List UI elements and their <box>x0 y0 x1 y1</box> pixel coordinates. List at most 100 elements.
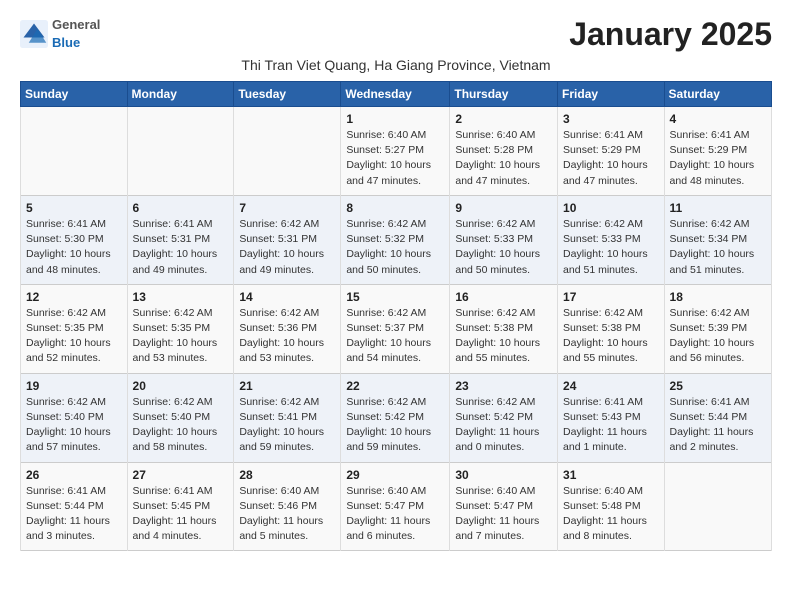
day-info: Sunrise: 6:42 AMSunset: 5:33 PMDaylight:… <box>455 217 552 278</box>
day-number: 21 <box>239 379 335 393</box>
day-info: Sunrise: 6:42 AMSunset: 5:31 PMDaylight:… <box>239 217 335 278</box>
day-number: 11 <box>670 201 766 215</box>
calendar-cell: 9 Sunrise: 6:42 AMSunset: 5:33 PMDaylight… <box>450 195 558 284</box>
calendar-cell: 29 Sunrise: 6:40 AMSunset: 5:47 PMDayligh… <box>341 462 450 551</box>
day-number: 31 <box>563 468 659 482</box>
day-info: Sunrise: 6:42 AMSunset: 5:36 PMDaylight:… <box>239 306 335 367</box>
day-number: 5 <box>26 201 122 215</box>
day-info: Sunrise: 6:42 AMSunset: 5:42 PMDaylight:… <box>346 395 444 456</box>
calendar-cell: 23 Sunrise: 6:42 AMSunset: 5:42 PMDayligh… <box>450 373 558 462</box>
day-info: Sunrise: 6:41 AMSunset: 5:44 PMDaylight:… <box>670 395 766 456</box>
calendar-cell: 1Sunrise: 6:40 AMSunset: 5:27 PMDaylight… <box>341 107 450 196</box>
day-info: Sunrise: 6:42 AMSunset: 5:42 PMDaylight:… <box>455 395 552 456</box>
header: General Blue January 2025 <box>20 16 772 53</box>
day-info: Sunrise: 6:41 AMSunset: 5:31 PMDaylight:… <box>133 217 229 278</box>
weekday-header-saturday: Saturday <box>664 82 771 107</box>
day-info: Sunrise: 6:42 AMSunset: 5:32 PMDaylight:… <box>346 217 444 278</box>
day-info: Sunrise: 6:42 AMSunset: 5:40 PMDaylight:… <box>26 395 122 456</box>
day-number: 14 <box>239 290 335 304</box>
weekday-header-thursday: Thursday <box>450 82 558 107</box>
day-info: Sunrise: 6:42 AMSunset: 5:33 PMDaylight:… <box>563 217 659 278</box>
logo-icon <box>20 20 48 48</box>
day-number: 20 <box>133 379 229 393</box>
calendar-cell: 11Sunrise: 6:42 AMSunset: 5:34 PMDayligh… <box>664 195 771 284</box>
day-info: Sunrise: 6:42 AMSunset: 5:38 PMDaylight:… <box>455 306 552 367</box>
day-number: 28 <box>239 468 335 482</box>
day-number: 25 <box>670 379 766 393</box>
day-number: 10 <box>563 201 659 215</box>
day-info: Sunrise: 6:41 AMSunset: 5:43 PMDaylight:… <box>563 395 659 456</box>
day-number: 8 <box>346 201 444 215</box>
week-row-4: 19 Sunrise: 6:42 AMSunset: 5:40 PMDayligh… <box>21 373 772 462</box>
calendar-cell: 3 Sunrise: 6:41 AMSunset: 5:29 PMDaylight… <box>558 107 665 196</box>
calendar-cell: 26Sunrise: 6:41 AMSunset: 5:44 PMDayligh… <box>21 462 128 551</box>
day-info: Sunrise: 6:40 AMSunset: 5:48 PMDaylight:… <box>563 484 659 545</box>
logo-text: General Blue <box>52 16 100 52</box>
calendar-cell: 13Sunrise: 6:42 AMSunset: 5:35 PMDayligh… <box>127 284 234 373</box>
day-info: Sunrise: 6:42 AMSunset: 5:39 PMDaylight:… <box>670 306 766 367</box>
weekday-header-sunday: Sunday <box>21 82 128 107</box>
calendar-cell: 5 Sunrise: 6:41 AMSunset: 5:30 PMDaylight… <box>21 195 128 284</box>
day-info: Sunrise: 6:40 AMSunset: 5:47 PMDaylight:… <box>346 484 444 545</box>
day-number: 1 <box>346 112 444 126</box>
weekday-header-row: SundayMondayTuesdayWednesdayThursdayFrid… <box>21 82 772 107</box>
calendar-cell: 17 Sunrise: 6:42 AMSunset: 5:38 PMDayligh… <box>558 284 665 373</box>
calendar-cell: 22 Sunrise: 6:42 AMSunset: 5:42 PMDayligh… <box>341 373 450 462</box>
calendar-cell: 6Sunrise: 6:41 AMSunset: 5:31 PMDaylight… <box>127 195 234 284</box>
day-info: Sunrise: 6:41 AMSunset: 5:30 PMDaylight:… <box>26 217 122 278</box>
day-info: Sunrise: 6:42 AMSunset: 5:35 PMDaylight:… <box>133 306 229 367</box>
day-number: 12 <box>26 290 122 304</box>
day-number: 16 <box>455 290 552 304</box>
calendar-cell: 18 Sunrise: 6:42 AMSunset: 5:39 PMDayligh… <box>664 284 771 373</box>
day-info: Sunrise: 6:41 AMSunset: 5:29 PMDaylight:… <box>670 128 766 189</box>
calendar-cell: 21Sunrise: 6:42 AMSunset: 5:41 PMDayligh… <box>234 373 341 462</box>
calendar-cell: 30 Sunrise: 6:40 AMSunset: 5:47 PMDayligh… <box>450 462 558 551</box>
day-number: 2 <box>455 112 552 126</box>
week-row-5: 26Sunrise: 6:41 AMSunset: 5:44 PMDayligh… <box>21 462 772 551</box>
day-info: Sunrise: 6:42 AMSunset: 5:38 PMDaylight:… <box>563 306 659 367</box>
day-info: Sunrise: 6:40 AMSunset: 5:47 PMDaylight:… <box>455 484 552 545</box>
day-number: 29 <box>346 468 444 482</box>
day-number: 19 <box>26 379 122 393</box>
calendar-title: January 2025 <box>569 16 772 53</box>
day-number: 9 <box>455 201 552 215</box>
calendar-cell: 14 Sunrise: 6:42 AMSunset: 5:36 PMDayligh… <box>234 284 341 373</box>
week-row-1: 1Sunrise: 6:40 AMSunset: 5:27 PMDaylight… <box>21 107 772 196</box>
day-number: 17 <box>563 290 659 304</box>
calendar-cell: 10 Sunrise: 6:42 AMSunset: 5:33 PMDayligh… <box>558 195 665 284</box>
day-number: 27 <box>133 468 229 482</box>
weekday-header-monday: Monday <box>127 82 234 107</box>
calendar-cell <box>234 107 341 196</box>
logo: General Blue <box>20 16 100 52</box>
calendar-cell <box>664 462 771 551</box>
calendar-subtitle: Thi Tran Viet Quang, Ha Giang Province, … <box>20 57 772 73</box>
day-number: 4 <box>670 112 766 126</box>
day-number: 30 <box>455 468 552 482</box>
calendar-cell: 7 Sunrise: 6:42 AMSunset: 5:31 PMDaylight… <box>234 195 341 284</box>
day-info: Sunrise: 6:42 AMSunset: 5:35 PMDaylight:… <box>26 306 122 367</box>
day-info: Sunrise: 6:42 AMSunset: 5:37 PMDaylight:… <box>346 306 444 367</box>
calendar-cell: 20 Sunrise: 6:42 AMSunset: 5:40 PMDayligh… <box>127 373 234 462</box>
calendar-cell: 28Sunrise: 6:40 AMSunset: 5:46 PMDayligh… <box>234 462 341 551</box>
week-row-2: 5 Sunrise: 6:41 AMSunset: 5:30 PMDaylight… <box>21 195 772 284</box>
day-number: 3 <box>563 112 659 126</box>
day-number: 18 <box>670 290 766 304</box>
logo-general: General <box>52 17 100 32</box>
calendar-cell: 15 Sunrise: 6:42 AMSunset: 5:37 PMDayligh… <box>341 284 450 373</box>
day-number: 7 <box>239 201 335 215</box>
calendar-cell: 4 Sunrise: 6:41 AMSunset: 5:29 PMDaylight… <box>664 107 771 196</box>
day-info: Sunrise: 6:41 AMSunset: 5:45 PMDaylight:… <box>133 484 229 545</box>
weekday-header-wednesday: Wednesday <box>341 82 450 107</box>
day-info: Sunrise: 6:41 AMSunset: 5:44 PMDaylight:… <box>26 484 122 545</box>
calendar-cell: 24Sunrise: 6:41 AMSunset: 5:43 PMDayligh… <box>558 373 665 462</box>
calendar-table: SundayMondayTuesdayWednesdayThursdayFrid… <box>20 81 772 551</box>
day-number: 23 <box>455 379 552 393</box>
day-number: 15 <box>346 290 444 304</box>
calendar-cell: 27 Sunrise: 6:41 AMSunset: 5:45 PMDayligh… <box>127 462 234 551</box>
day-info: Sunrise: 6:42 AMSunset: 5:40 PMDaylight:… <box>133 395 229 456</box>
day-info: Sunrise: 6:41 AMSunset: 5:29 PMDaylight:… <box>563 128 659 189</box>
day-number: 22 <box>346 379 444 393</box>
week-row-3: 12 Sunrise: 6:42 AMSunset: 5:35 PMDayligh… <box>21 284 772 373</box>
logo-blue: Blue <box>52 35 80 50</box>
weekday-header-tuesday: Tuesday <box>234 82 341 107</box>
